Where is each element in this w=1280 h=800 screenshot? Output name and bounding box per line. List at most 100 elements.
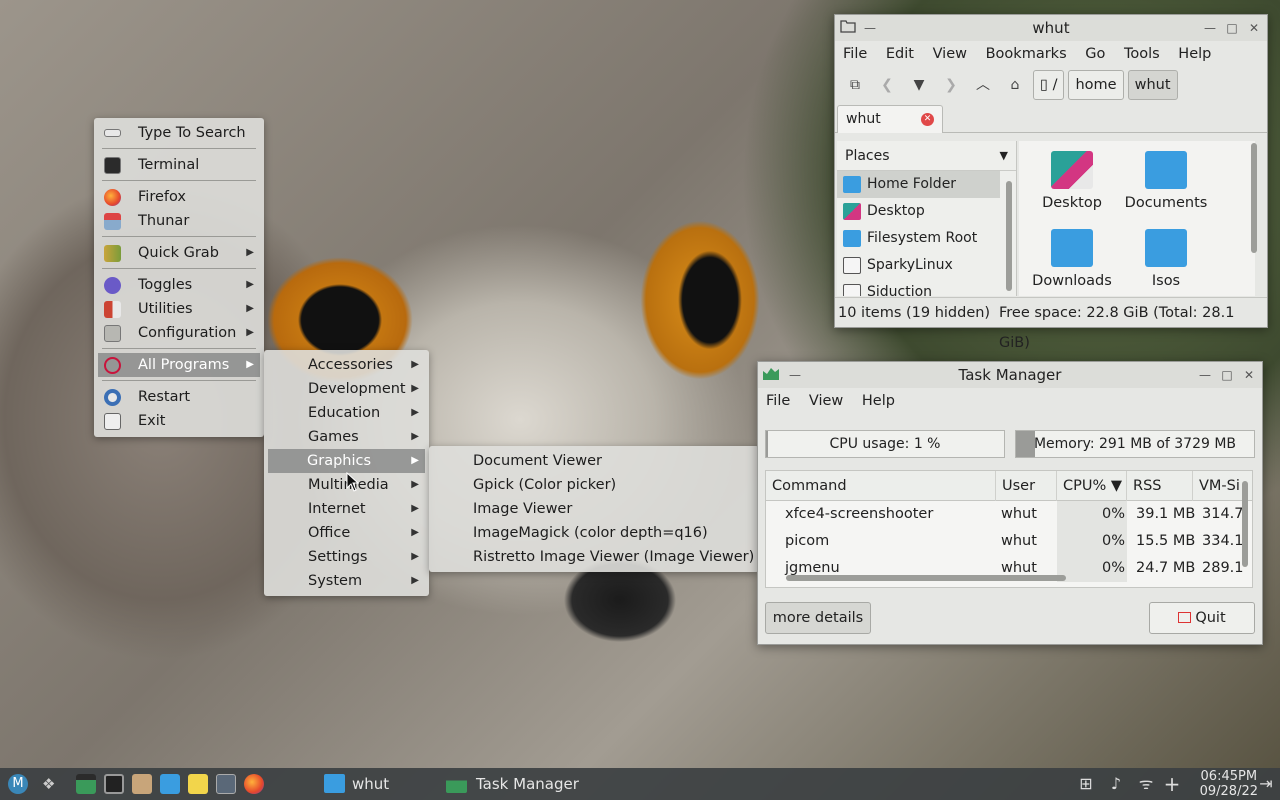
maximize-button[interactable]: □ — [1223, 15, 1241, 41]
process-table-hscrollbar[interactable] — [786, 575, 1066, 581]
category-internet[interactable]: Internet ▶ — [264, 497, 429, 521]
taskbar-task-task-manager[interactable]: Task Manager — [446, 768, 579, 800]
place-sparkylinux[interactable]: SparkyLinux — [837, 252, 1016, 279]
app-image-viewer[interactable]: Image Viewer — [429, 497, 759, 521]
forward-icon[interactable]: ❯ — [937, 71, 965, 99]
category-graphics[interactable]: Graphics ▶ — [268, 449, 425, 473]
more-details-button[interactable]: more details — [765, 602, 871, 634]
menu-view[interactable]: View — [809, 393, 843, 409]
home-icon[interactable]: ⌂ — [1001, 71, 1029, 99]
menu-item-utilities[interactable]: Utilities ▶ — [94, 297, 264, 321]
history-dropdown-icon[interactable]: ▼ — [905, 71, 933, 99]
icon-view-scrollbar[interactable] — [1251, 143, 1257, 253]
app-ristretto[interactable]: Ristretto Image Viewer (Image Viewer) — [429, 545, 759, 569]
chevron-down-icon[interactable]: ▼ — [1000, 141, 1008, 171]
menu-item-restart[interactable]: Restart — [94, 385, 264, 409]
place-siduction[interactable]: Siduction — [837, 279, 1016, 296]
menu-view[interactable]: View — [933, 46, 967, 62]
maximize-button[interactable]: □ — [1218, 362, 1236, 388]
app-gpick[interactable]: Gpick (Color picker) — [429, 473, 759, 497]
archive-launcher-icon[interactable] — [132, 774, 152, 794]
menu-dash-icon[interactable]: — — [786, 362, 804, 388]
network-icon[interactable]: ⊞ — [1076, 774, 1096, 794]
menu-dash-icon[interactable]: — — [861, 15, 879, 41]
table-row[interactable]: picom whut 0% 15.5 MB 334.1 — [766, 528, 1252, 555]
menu-file[interactable]: File — [766, 393, 790, 409]
tab-whut[interactable]: whut ✕ — [837, 105, 943, 133]
menu-go[interactable]: Go — [1085, 46, 1105, 62]
file-item-downloads[interactable]: Downloads — [1025, 229, 1119, 289]
file-item-documents[interactable]: Documents — [1119, 151, 1213, 211]
column-command[interactable]: Command — [766, 471, 996, 501]
up-icon[interactable]: ︿ — [969, 71, 997, 99]
taskbar-task-whut[interactable]: whut — [324, 768, 389, 800]
file-item-isos[interactable]: Isos — [1119, 229, 1213, 289]
menu-item-terminal[interactable]: Terminal — [94, 153, 264, 177]
volume-icon[interactable]: ♪ — [1106, 774, 1126, 794]
places-header[interactable]: Places ▼ — [837, 141, 1016, 171]
files-launcher-icon[interactable] — [160, 774, 180, 794]
place-desktop[interactable]: Desktop — [837, 198, 1016, 225]
menu-separator — [102, 148, 256, 149]
clock[interactable]: 06:45PM 09/28/22 — [1200, 768, 1258, 799]
wireless-icon[interactable]: ᯤ — [1136, 774, 1156, 794]
menu-edit[interactable]: Edit — [886, 46, 914, 62]
column-cpu[interactable]: CPU% ▼ — [1057, 471, 1127, 501]
menu-item-configuration[interactable]: Configuration ▶ — [94, 321, 264, 345]
category-games[interactable]: Games ▶ — [264, 425, 429, 449]
category-education[interactable]: Education ▶ — [264, 401, 429, 425]
path-root-button[interactable]: ▯ / — [1033, 70, 1065, 100]
category-system[interactable]: System ▶ — [264, 569, 429, 593]
category-development[interactable]: Development ▶ — [264, 377, 429, 401]
category-office[interactable]: Office ▶ — [264, 521, 429, 545]
column-rss[interactable]: RSS — [1127, 471, 1193, 501]
back-icon[interactable]: ❮ — [873, 71, 901, 99]
process-cpu: 0% — [1057, 528, 1127, 555]
column-user[interactable]: User — [996, 471, 1057, 501]
add-icon[interactable]: + — [1162, 774, 1182, 794]
table-row[interactable]: xfce4-screenshooter whut 0% 39.1 MB 314.… — [766, 501, 1252, 528]
app-menu-icon[interactable]: M — [8, 774, 28, 794]
app-imagemagick[interactable]: ImageMagick (color depth=q16) — [429, 521, 759, 545]
path-whut-button[interactable]: whut — [1127, 70, 1178, 100]
place-home-folder[interactable]: Home Folder — [837, 171, 1000, 198]
category-settings[interactable]: Settings ▶ — [264, 545, 429, 569]
menu-item-firefox[interactable]: Firefox — [94, 185, 264, 209]
memory-usage-bar: Memory: 291 MB of 3729 MB used — [1015, 430, 1255, 458]
path-home-button[interactable]: home — [1068, 70, 1124, 100]
calculator-launcher-icon[interactable] — [216, 774, 236, 794]
close-button[interactable]: ✕ — [1245, 15, 1263, 41]
menu-item-search[interactable]: Type To Search — [94, 121, 264, 145]
text-editor-launcher-icon[interactable] — [188, 774, 208, 794]
file-item-desktop[interactable]: Desktop — [1025, 151, 1119, 211]
place-filesystem-root[interactable]: Filesystem Root — [837, 225, 1016, 252]
free-space: Free space: 22.8 GiB (Total: 28.1 GiB) — [999, 305, 1235, 351]
terminal-launcher-icon[interactable] — [104, 774, 124, 794]
task-manager-launcher-icon[interactable] — [76, 774, 96, 794]
logout-icon[interactable]: ⇥ — [1256, 774, 1276, 794]
app-document-viewer[interactable]: Document Viewer — [429, 449, 759, 473]
menu-item-quick-grab[interactable]: Quick Grab ▶ — [94, 241, 264, 265]
quit-button[interactable]: Quit — [1149, 602, 1255, 634]
menu-help[interactable]: Help — [862, 393, 895, 409]
category-accessories[interactable]: Accessories ▶ — [264, 353, 429, 377]
new-tab-icon[interactable]: ⧉ — [841, 71, 869, 99]
close-button[interactable]: ✕ — [1240, 362, 1258, 388]
menu-tools[interactable]: Tools — [1124, 46, 1160, 62]
minimize-button[interactable]: — — [1201, 15, 1219, 41]
menu-item-all-programs[interactable]: All Programs ▶ — [98, 353, 260, 377]
close-tab-icon[interactable]: ✕ — [921, 113, 934, 126]
paw-icon[interactable]: ❖ — [42, 774, 62, 794]
menu-bookmarks[interactable]: Bookmarks — [986, 46, 1067, 62]
menu-help[interactable]: Help — [1178, 46, 1211, 62]
menu-file[interactable]: File — [843, 46, 867, 62]
menu-item-thunar[interactable]: Thunar — [94, 209, 264, 233]
minimize-button[interactable]: — — [1196, 362, 1214, 388]
menu-item-toggles[interactable]: Toggles ▶ — [94, 273, 264, 297]
firefox-launcher-icon[interactable] — [244, 774, 264, 794]
process-table-vscrollbar[interactable] — [1242, 481, 1248, 567]
menu-item-exit[interactable]: Exit — [94, 409, 264, 433]
task-manager-titlebar[interactable]: — Task Manager — □ ✕ — [758, 362, 1262, 388]
places-scrollbar[interactable] — [1006, 181, 1012, 291]
file-manager-titlebar[interactable]: — whut — □ ✕ — [835, 15, 1267, 41]
